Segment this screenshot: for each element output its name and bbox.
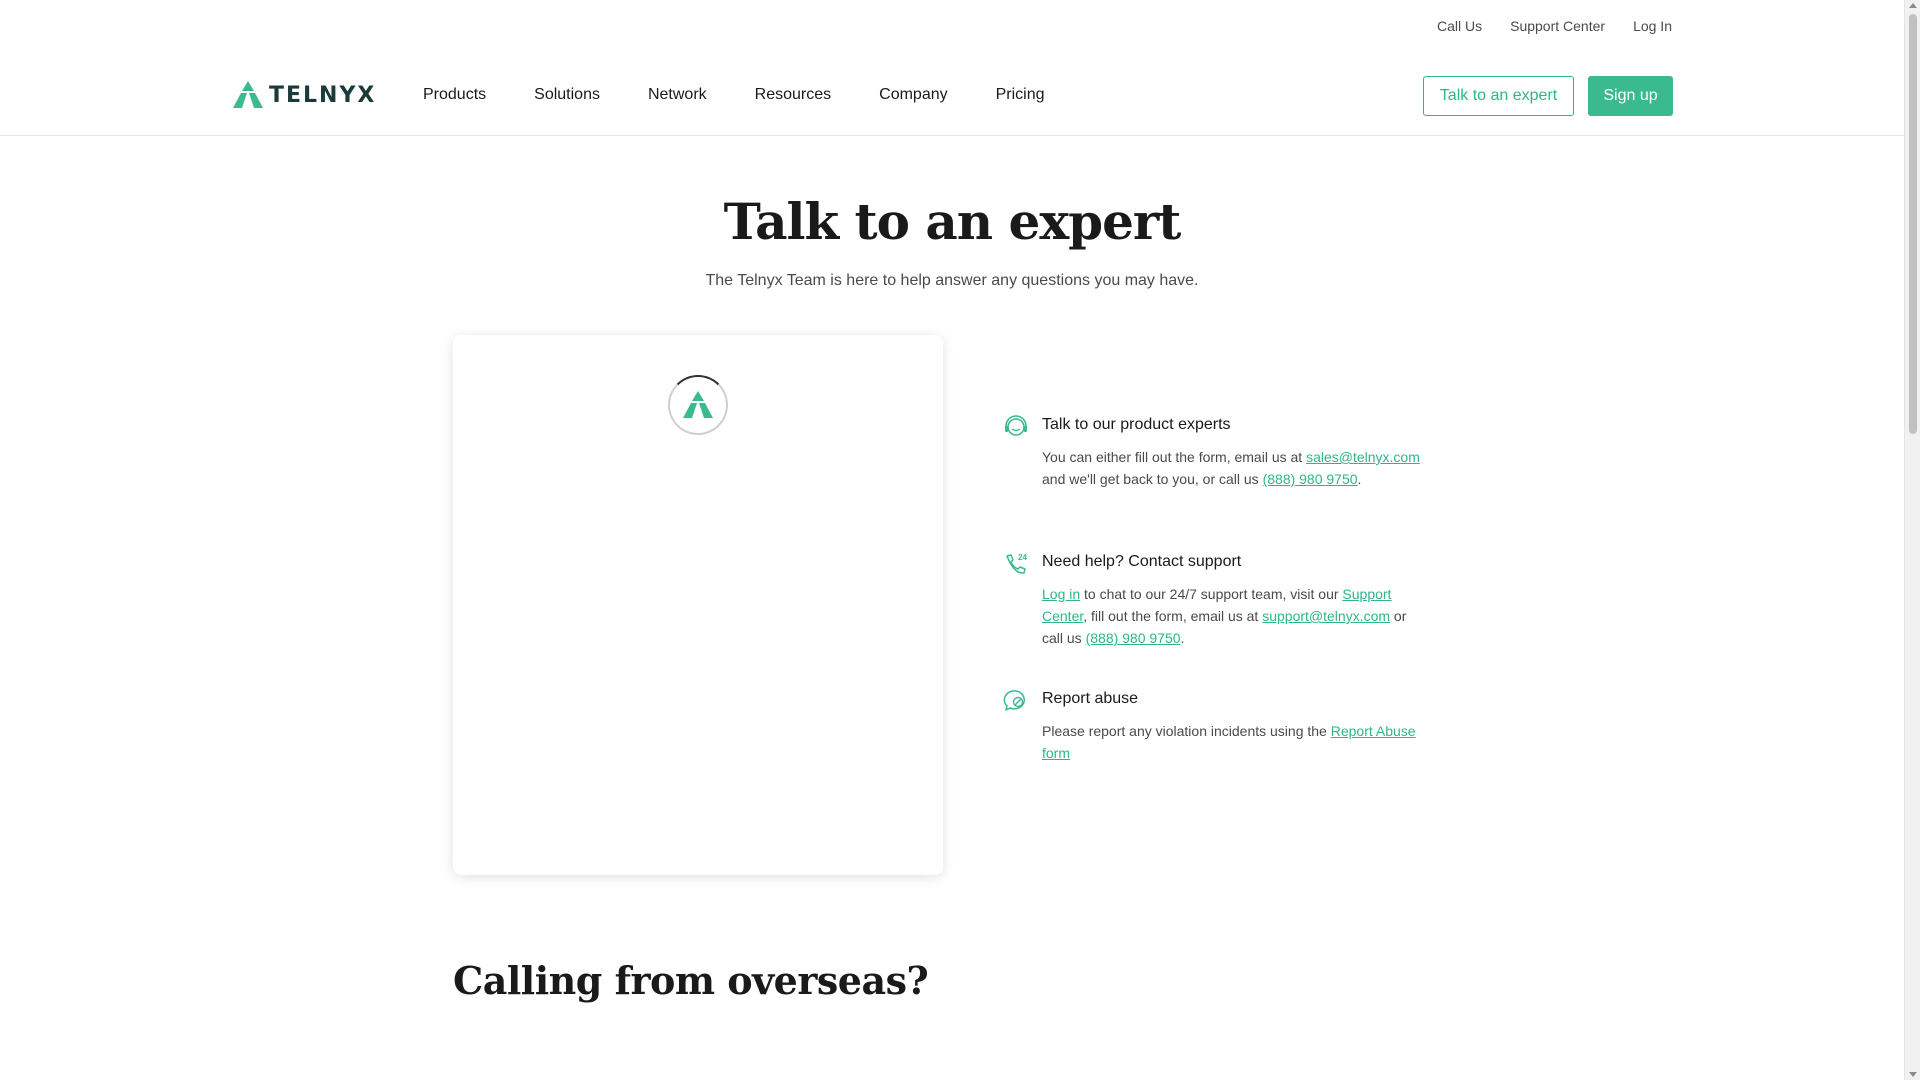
nav-company[interactable]: Company	[879, 86, 947, 104]
experts-title: Talk to our product experts	[1042, 416, 1231, 433]
support-text-part: , fill out the form, email us at	[1083, 608, 1263, 624]
support-login-link[interactable]: Log in	[1042, 586, 1080, 602]
nav-network[interactable]: Network	[648, 86, 707, 104]
support-title: Need help? Contact support	[1042, 553, 1242, 570]
contact-form-card	[453, 335, 943, 875]
talk-to-expert-button[interactable]: Talk to an expert	[1423, 76, 1574, 116]
page-subtitle: The Telnyx Team is here to help answer a…	[705, 272, 1199, 289]
support-email-link[interactable]: support@telnyx.com	[1262, 608, 1390, 624]
nav-resources[interactable]: Resources	[755, 86, 831, 104]
telnyx-logo[interactable]: TELNYX	[233, 80, 376, 110]
utility-nav: Call Us Support Center Log In	[1437, 18, 1672, 34]
nav-pricing[interactable]: Pricing	[996, 86, 1045, 104]
experts-text-part: .	[1357, 471, 1362, 487]
chat-report-icon	[1003, 690, 1025, 711]
abuse-text-part: Please report any violation incidents us…	[1042, 723, 1331, 739]
sales-email-link[interactable]: sales@telnyx.com	[1306, 449, 1420, 465]
overseas-heading: Calling from overseas?	[453, 958, 929, 1003]
scroll-down-icon[interactable]	[1909, 1072, 1917, 1077]
scrollbar-thumb[interactable]	[1909, 14, 1917, 434]
nav-solutions[interactable]: Solutions	[534, 86, 600, 104]
sign-up-button[interactable]: Sign up	[1588, 76, 1673, 116]
loading-spinner-icon	[668, 375, 728, 435]
nav-products[interactable]: Products	[423, 86, 486, 104]
sales-phone-link[interactable]: (888) 980 9750	[1263, 471, 1358, 487]
support-text-part: to chat to our 24/7 support team, visit …	[1080, 586, 1343, 602]
log-in-link[interactable]: Log In	[1633, 18, 1672, 34]
headset-icon	[1005, 415, 1027, 436]
scroll-up-icon[interactable]	[1909, 3, 1917, 8]
call-us-link[interactable]: Call Us	[1437, 18, 1482, 34]
primary-nav: Products Solutions Network Resources Com…	[423, 86, 1093, 104]
page-title: Talk to an expert	[723, 192, 1182, 251]
experts-text: You can either fill out the form, email …	[1042, 446, 1422, 490]
phone-24-icon: 24	[1006, 553, 1027, 574]
experts-text-part: You can either fill out the form, email …	[1042, 449, 1307, 465]
telnyx-triangle-logo-icon	[233, 81, 263, 108]
logo-text: TELNYX	[269, 82, 377, 108]
support-text-part: .	[1180, 630, 1185, 646]
experts-text-part: and we'll get back to you, or call us	[1042, 471, 1263, 487]
main-header: TELNYX Products Solutions Network Resour…	[0, 62, 1904, 136]
page: Call Us Support Center Log In TELNYX Pro…	[0, 0, 1904, 1080]
abuse-title: Report abuse	[1042, 690, 1139, 707]
telnyx-triangle-logo-icon	[683, 391, 713, 418]
support-text: Log in to chat to our 24/7 support team,…	[1042, 583, 1422, 649]
page-scrollbar[interactable]	[1904, 0, 1920, 1080]
support-center-link[interactable]: Support Center	[1510, 18, 1605, 34]
svg-text:24: 24	[1018, 553, 1027, 562]
support-phone-link[interactable]: (888) 980 9750	[1086, 630, 1181, 646]
abuse-text: Please report any violation incidents us…	[1042, 720, 1422, 764]
